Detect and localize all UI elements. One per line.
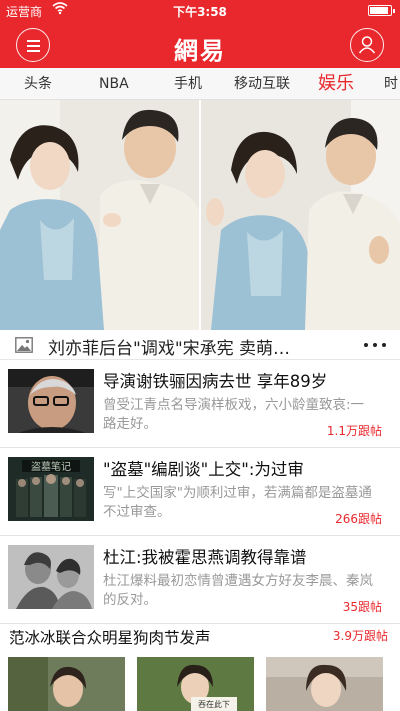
news-item-3[interactable]: 杜江:我被霍思燕调教得靠谱 杜江爆料最初恋情曾遭遇女方好友李晨、秦岚的反对。 3… [0,536,400,624]
tab-toutiao[interactable]: 头条 [24,68,52,100]
news-title-3: 杜江:我被霍思燕调教得靠谱 [103,548,307,567]
svg-text:吞在此下: 吞在此下 [198,699,230,709]
photo-set-comment-count[interactable]: 3.9万跟帖 [333,627,388,644]
tab-fashion[interactable]: 时 [384,68,398,100]
status-bar: 运营商 下午3:58 [0,0,400,20]
news-thumbnail-2: 盗墓笔记 [8,457,94,521]
news-comment-count-1[interactable]: 1.1万跟帖 [327,422,382,439]
app-logo: 網易 [174,36,226,65]
photo-set-image-3 [266,657,383,711]
news-comment-count-2[interactable]: 266跟帖 [335,510,382,527]
tab-mobile-internet[interactable]: 移动互联 [234,68,290,100]
channel-tab-bar: 头条 NBA 手机 移动互联 娱乐 时 [0,68,400,100]
news-title-1: 导演谢铁骊因病去世 享年89岁 [103,372,328,391]
news-desc-2: 写"上交国家"为顺利过审，若满篇都是盗墓通不过审查。 [103,485,372,520]
svg-text:盗墓笔记: 盗墓笔记 [31,460,71,473]
photo-set-title: 范冰冰联合众明星狗肉节发声 [9,629,211,647]
news-thumbnail-3 [8,545,94,609]
photo-set-image-1 [8,657,125,711]
hero-caption-title: 刘亦菲后台"调戏"宋承宪 卖萌… [48,339,291,359]
app-header: 运营商 下午3:58 網易 [0,0,400,68]
hero-gallery-image[interactable] [0,100,400,330]
more-dots-icon[interactable] [362,338,388,352]
hero-photo-left [0,100,199,330]
news-thumbnail-1 [8,369,94,433]
photo-set-item[interactable]: 范冰冰联合众明星狗肉节发声 3.9万跟帖 吞在此下 [0,620,400,711]
battery-icon [368,5,395,16]
news-comment-count-3[interactable]: 35跟帖 [343,598,382,615]
photo-set-image-2: 吞在此下 [137,657,254,711]
news-item-1[interactable]: 导演谢铁骊因病去世 享年89岁 曾受江青点名导演样板戏，六小龄童致哀:一路走好。… [0,360,400,448]
user-profile-icon[interactable] [350,28,384,62]
battery-level-fill [370,7,388,14]
tab-phone[interactable]: 手机 [174,68,202,100]
tab-entertainment[interactable]: 娱乐 [318,68,354,100]
status-time: 下午3:58 [173,5,227,19]
tab-nba[interactable]: NBA [99,68,129,100]
news-title-2: "盗墓"编剧谈"上交":为过审 [103,460,304,479]
hero-photo-right [201,100,400,330]
news-desc-3: 杜江爆料最初恋情曾遭遇女方好友李晨、秦岚的反对。 [103,573,373,608]
news-item-2[interactable]: 盗墓笔记 "盗墓"编剧谈"上交":为过审 写"上交国家"为顺利过审，若满篇都是盗… [0,448,400,536]
hero-caption-bar[interactable]: 刘亦菲后台"调戏"宋承宪 卖萌… [0,330,400,360]
gallery-icon [15,337,33,357]
